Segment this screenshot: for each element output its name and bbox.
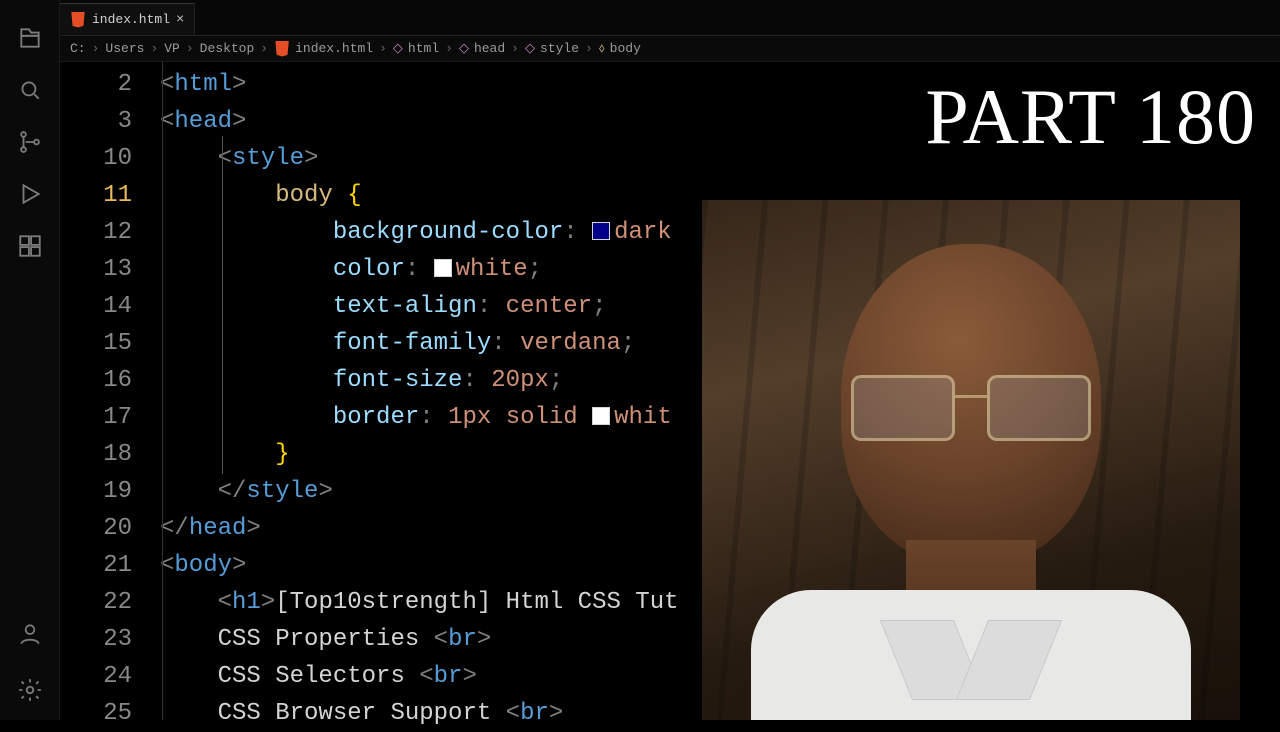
html-file-icon (70, 12, 86, 28)
run-debug-icon[interactable] (16, 180, 44, 208)
explorer-icon[interactable] (16, 24, 44, 52)
breadcrumb-segment: VP (164, 41, 180, 56)
html-file-icon (274, 41, 290, 57)
source-control-icon[interactable] (16, 128, 44, 156)
brace-icon: ◇ (393, 41, 403, 56)
breadcrumb-segment: Desktop (200, 41, 255, 56)
color-swatch-icon (592, 222, 610, 240)
tab-index-html[interactable]: index.html × (60, 3, 195, 35)
breadcrumb-segment: ◇head (459, 41, 505, 56)
color-swatch-icon (592, 407, 610, 425)
tab-bar: index.html × (60, 0, 1280, 36)
brace-icon: ◇ (525, 41, 535, 56)
tab-label: index.html (92, 12, 170, 27)
breadcrumb-segment: ⬨body (599, 41, 641, 56)
overlay-title: PART 180 (925, 72, 1256, 162)
search-icon[interactable] (16, 76, 44, 104)
breadcrumb[interactable]: C:› Users› VP› Desktop› index.html› ◇htm… (60, 36, 1280, 62)
account-icon[interactable] (16, 620, 44, 648)
breadcrumb-segment: ◇style (525, 41, 579, 56)
breadcrumb-segment: Users (105, 41, 144, 56)
brace-icon: ◇ (459, 41, 469, 56)
settings-gear-icon[interactable] (16, 676, 44, 704)
extensions-icon[interactable] (16, 232, 44, 260)
activity-bar (0, 0, 60, 720)
presenter-photo (702, 200, 1240, 720)
close-icon[interactable]: × (176, 12, 184, 28)
line-number-gutter: 2 3 10 11 12 13 14 15 16 17 18 19 20 21 … (60, 62, 160, 720)
breadcrumb-segment: ◇html (393, 41, 439, 56)
selector-icon: ⬨ (599, 41, 605, 56)
breadcrumb-segment: C: (70, 41, 86, 56)
color-swatch-icon (434, 259, 452, 277)
breadcrumb-segment: index.html (274, 41, 373, 57)
